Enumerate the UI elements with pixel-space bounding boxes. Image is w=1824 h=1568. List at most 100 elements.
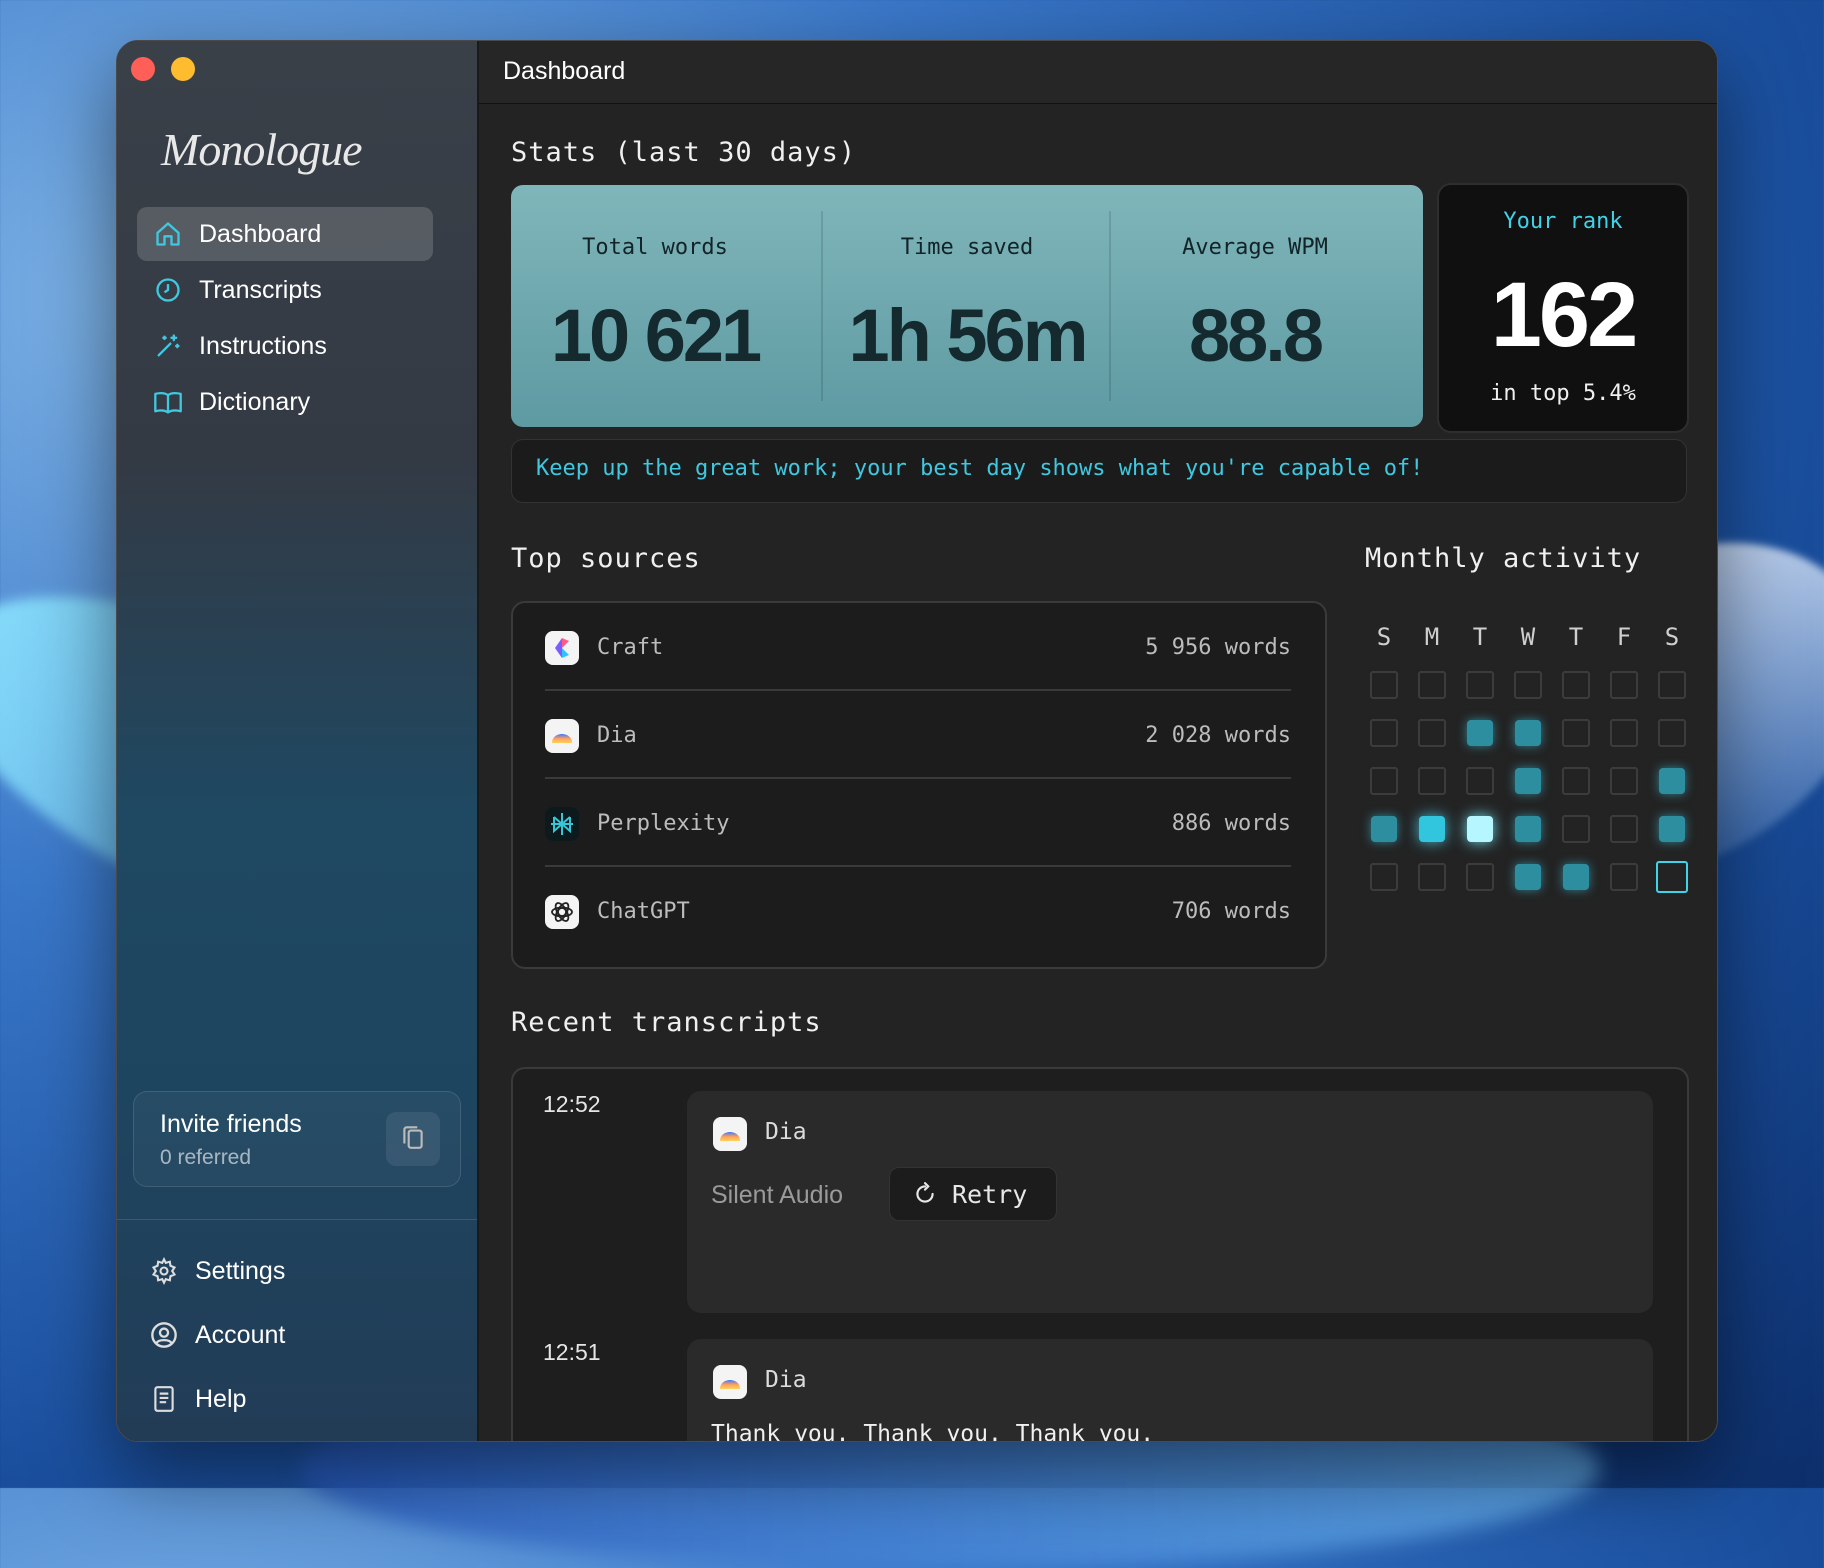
invite-referred-count: 0 referred — [160, 1146, 252, 1169]
source-name: Perplexity — [597, 811, 730, 836]
page-title: Dashboard — [503, 57, 626, 85]
calendar-day-cell[interactable] — [1515, 864, 1541, 890]
sidebar-item-label: Settings — [195, 1256, 286, 1285]
transcript-app-name: Dia — [765, 1119, 807, 1145]
calendar-day-cell[interactable] — [1562, 671, 1590, 699]
calendar-day-cell[interactable] — [1370, 767, 1398, 795]
calendar-day-cell[interactable] — [1515, 816, 1541, 842]
clock-icon — [153, 275, 183, 305]
copy-invite-link-button[interactable] — [386, 1112, 440, 1166]
app-logo: Monologue — [161, 124, 363, 175]
calendar-day-cell[interactable] — [1370, 863, 1398, 891]
dia-icon — [713, 1365, 747, 1399]
calendar-day-cell[interactable] — [1610, 767, 1638, 795]
calendar-day-cell[interactable] — [1610, 671, 1638, 699]
calendar-day-cell[interactable] — [1418, 767, 1446, 795]
home-icon — [153, 219, 183, 249]
sidebar-item-dictionary[interactable]: Dictionary — [137, 375, 433, 429]
sidebar-item-settings[interactable]: Settings — [149, 1239, 285, 1303]
calendar-day-cell[interactable] — [1418, 863, 1446, 891]
calendar-day-cell[interactable] — [1659, 768, 1685, 794]
calendar-day-cell[interactable] — [1467, 720, 1493, 746]
sidebar-item-label: Dictionary — [199, 387, 311, 416]
calendar-day-cell[interactable] — [1370, 671, 1398, 699]
calendar-day-cell[interactable] — [1562, 815, 1590, 843]
calendar-day-cell[interactable] — [1466, 863, 1494, 891]
calendar-day-cell[interactable] — [1514, 671, 1542, 699]
calendar-day-cell[interactable] — [1610, 815, 1638, 843]
transcript-card[interactable]: Dia Silent Audio Retry — [687, 1091, 1653, 1313]
source-name: Dia — [597, 723, 637, 748]
retry-icon — [912, 1181, 938, 1207]
craft-icon — [545, 631, 579, 665]
transcript-time: 12:52 — [543, 1091, 601, 1117]
calendar-day-cell[interactable] — [1562, 719, 1590, 747]
sidebar-item-help[interactable]: Help — [149, 1367, 285, 1431]
rank-value: 162 — [1490, 264, 1639, 366]
transcript-card[interactable]: Dia Thank you. Thank you. Thank you. — [687, 1339, 1653, 1442]
source-word-count: 886 words — [1171, 811, 1291, 836]
app-window: Monologue Dashboard Transcripts Instruct… — [116, 40, 1718, 1442]
stats-heading: Stats (last 30 days) — [511, 137, 857, 168]
retry-button[interactable]: Retry — [889, 1167, 1057, 1221]
calendar-day-cell[interactable] — [1658, 719, 1686, 747]
rank-percentile: in top 5.4% — [1490, 381, 1636, 406]
average-wpm-value: 88.8 — [1188, 294, 1324, 377]
calendar-day-cell[interactable] — [1370, 719, 1398, 747]
calendar-day-cell[interactable] — [1610, 863, 1638, 891]
calendar-day-cell[interactable] — [1610, 719, 1638, 747]
calendar-day-header: S — [1664, 623, 1680, 651]
transcript-app-name: Dia — [765, 1367, 807, 1393]
list-item[interactable]: Craft 5 956 words — [545, 603, 1291, 689]
calendar-day-cell[interactable] — [1371, 816, 1397, 842]
sidebar-item-instructions[interactable]: Instructions — [137, 319, 433, 373]
calendar-day-cell[interactable] — [1515, 768, 1541, 794]
calendar-day-cell[interactable] — [1563, 864, 1589, 890]
list-item[interactable]: ChatGPT 706 words — [545, 867, 1291, 953]
calendar-day-cell[interactable] — [1562, 767, 1590, 795]
calendar-day-cell[interactable] — [1467, 816, 1493, 842]
list-item[interactable]: Dia 2 028 words — [545, 691, 1291, 777]
calendar-day-cell[interactable] — [1658, 671, 1686, 699]
calendar-day-cell[interactable] — [1419, 816, 1445, 842]
sidebar-item-account[interactable]: Account — [149, 1303, 285, 1367]
calendar-day-header: M — [1424, 623, 1440, 651]
rank-card: Your rank 162 in top 5.4% — [1437, 183, 1689, 433]
motivation-banner: Keep up the great work; your best day sh… — [511, 439, 1687, 503]
sidebar: Monologue Dashboard Transcripts Instruct… — [117, 41, 479, 1441]
list-item[interactable]: Perplexity 886 words — [545, 779, 1291, 865]
calendar-day-cell[interactable] — [1515, 720, 1541, 746]
total-words-label: Total words — [582, 235, 728, 260]
sidebar-item-transcripts[interactable]: Transcripts — [137, 263, 433, 317]
transcript-status: Silent Audio — [711, 1181, 844, 1209]
retry-label: Retry — [952, 1179, 1028, 1209]
calendar-day-header: T — [1472, 623, 1488, 651]
transcript-time: 12:51 — [543, 1339, 601, 1365]
average-wpm-stat: Average WPM 88.8 — [1111, 185, 1399, 427]
sidebar-item-label: Transcripts — [199, 275, 322, 304]
monthly-activity-heading: Monthly activity — [1365, 543, 1642, 574]
time-saved-value: 1h 56m — [848, 294, 1088, 377]
calendar-day-cell[interactable] — [1466, 767, 1494, 795]
calendar-day-cell[interactable] — [1466, 671, 1494, 699]
copy-icon — [400, 1123, 426, 1156]
stats-card: Total words 10 621 Time saved 1h 56m Ave… — [511, 185, 1423, 427]
sidebar-item-dashboard[interactable]: Dashboard — [137, 207, 433, 261]
calendar-day-cell[interactable] — [1659, 816, 1685, 842]
invite-title: Invite friends — [160, 1110, 302, 1138]
sidebar-divider — [117, 1219, 477, 1220]
transcript-text: Thank you. Thank you. Thank you. — [711, 1421, 1155, 1442]
minimize-window-button[interactable] — [171, 57, 195, 81]
gear-icon — [149, 1256, 179, 1286]
calendar-day-cell[interactable] — [1418, 671, 1446, 699]
total-words-stat: Total words 10 621 — [511, 185, 799, 427]
calendar-day-header: W — [1520, 623, 1536, 651]
calendar-day-cell[interactable] — [1418, 719, 1446, 747]
close-window-button[interactable] — [131, 57, 155, 81]
user-circle-icon — [149, 1320, 179, 1350]
dia-icon — [713, 1117, 747, 1151]
calendar-day-today[interactable] — [1656, 861, 1688, 893]
sidebar-item-label: Help — [195, 1384, 247, 1413]
invite-friends-card[interactable]: Invite friends 0 referred — [133, 1091, 461, 1187]
motivation-text: Keep up the great work; your best day sh… — [536, 456, 1424, 481]
